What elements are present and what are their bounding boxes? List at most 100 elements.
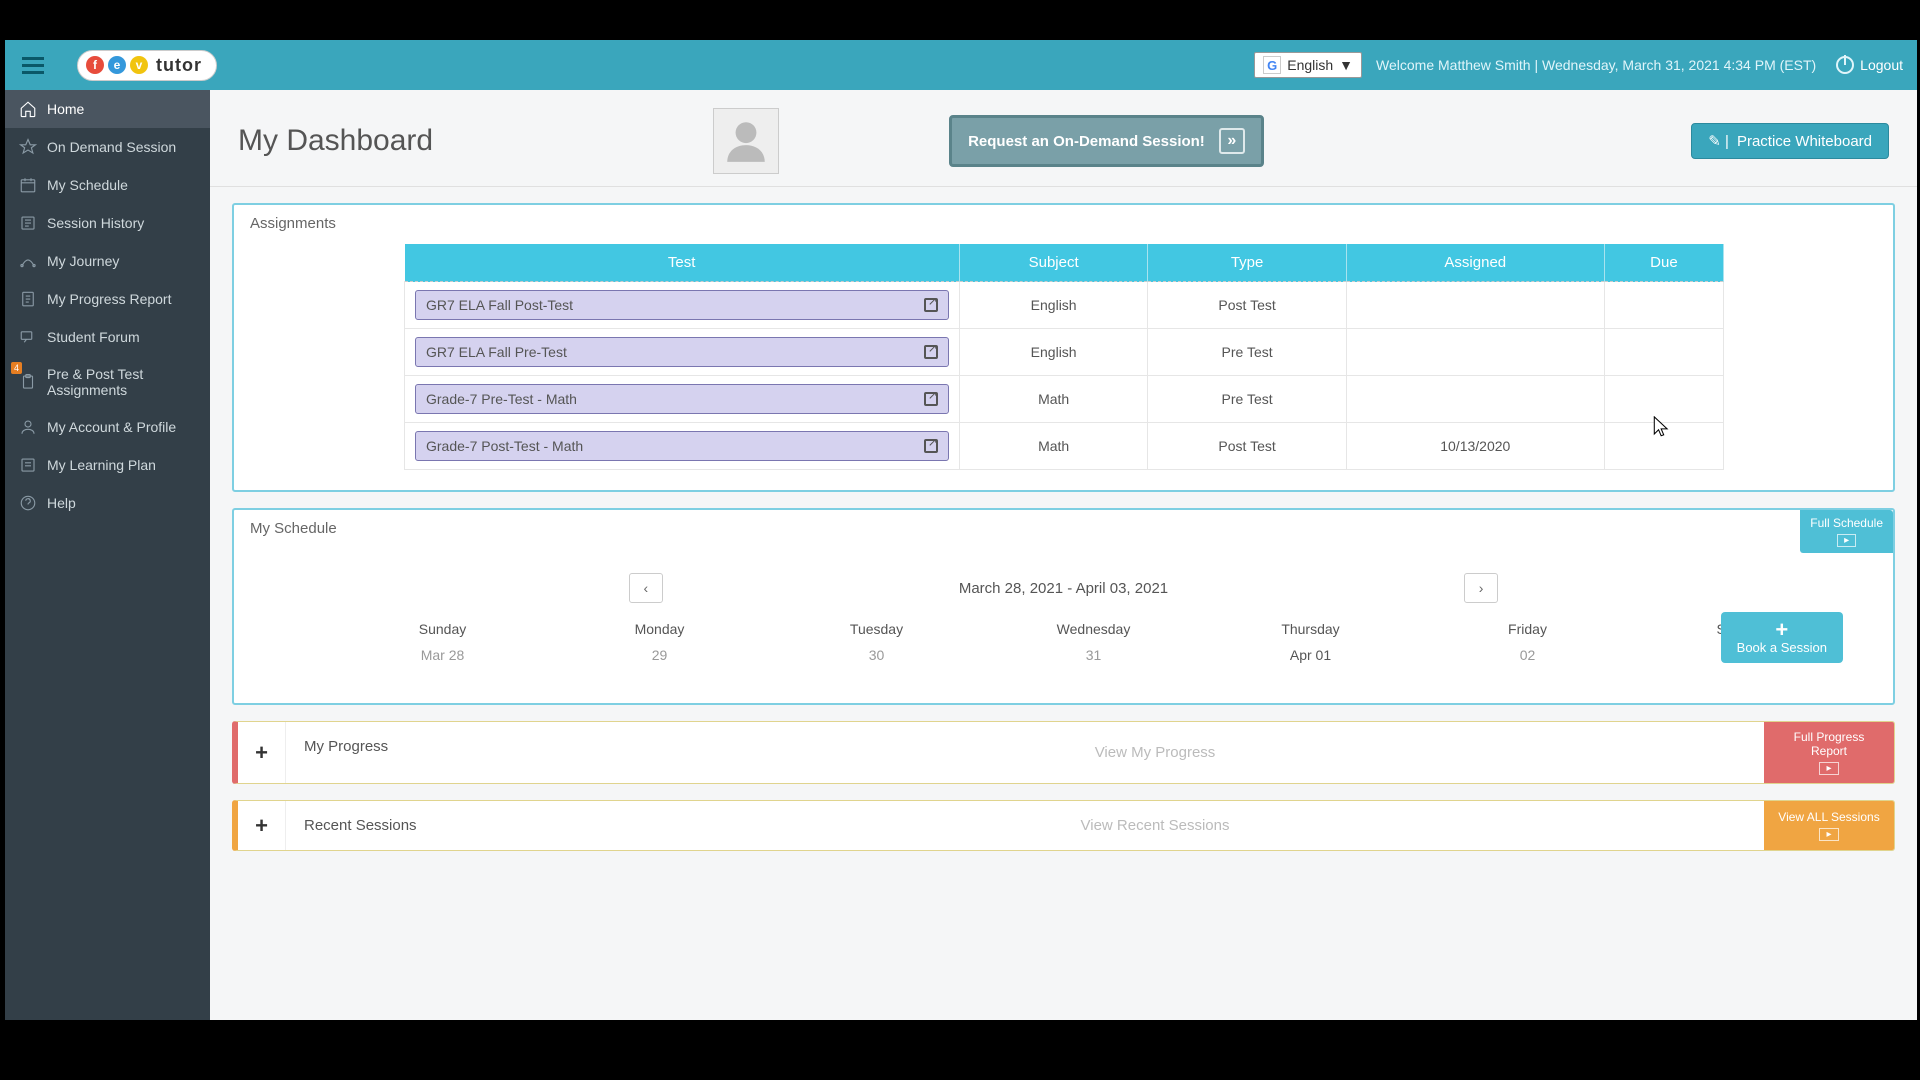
sidebar-item-account[interactable]: My Account & Profile: [5, 408, 210, 446]
account-icon: [19, 418, 37, 436]
sidebar-item-student-forum[interactable]: Student Forum: [5, 318, 210, 356]
sidebar-item-home[interactable]: Home: [5, 90, 210, 128]
cell-assigned: 10/13/2020: [1346, 423, 1604, 470]
day-name: Wednesday: [985, 621, 1202, 637]
report-icon: [19, 290, 37, 308]
avatar[interactable]: [713, 108, 779, 174]
calendar-icon: [19, 176, 37, 194]
forum-icon: [19, 328, 37, 346]
day-date: Mar 28: [334, 647, 551, 663]
week-day-column: Sunday Mar 28: [334, 621, 551, 663]
week-day-column: Monday 29: [551, 621, 768, 663]
star-icon: [19, 138, 37, 156]
arrow-right-icon: ▸: [1819, 828, 1838, 841]
request-session-button[interactable]: Request an On-Demand Session! »: [949, 115, 1264, 167]
cell-subject: English: [959, 282, 1148, 329]
plan-icon: [19, 456, 37, 474]
next-week-button[interactable]: ›: [1464, 573, 1498, 603]
arrow-right-icon: ▸: [1837, 534, 1856, 547]
cell-type: Pre Test: [1148, 376, 1346, 423]
logo-text: tutor: [156, 55, 202, 76]
sidebar-item-label: My Learning Plan: [47, 457, 156, 473]
col-assigned: Assigned: [1346, 244, 1604, 282]
cell-subject: Math: [959, 423, 1148, 470]
sidebar-item-on-demand[interactable]: On Demand Session: [5, 128, 210, 166]
sidebar-item-progress-report[interactable]: My Progress Report: [5, 280, 210, 318]
sidebar-item-help[interactable]: Help: [5, 484, 210, 522]
practice-whiteboard-button[interactable]: ✎ | Practice Whiteboard: [1691, 123, 1889, 159]
language-label: English: [1287, 57, 1333, 73]
sidebar-item-label: My Progress Report: [47, 291, 171, 307]
view-all-sessions-button[interactable]: View ALL Sessions ▸: [1764, 801, 1894, 850]
sidebar-item-label: On Demand Session: [47, 139, 176, 155]
full-schedule-button[interactable]: Full Schedule ▸: [1800, 510, 1893, 553]
table-row: Grade-7 Post-Test - MathMathPost Test10/…: [405, 423, 1724, 470]
hamburger-icon[interactable]: [19, 51, 47, 79]
day-date: 30: [768, 647, 985, 663]
prev-week-button[interactable]: ‹: [629, 573, 663, 603]
week-nav: ‹ March 28, 2021 - April 03, 2021 ›: [234, 573, 1893, 603]
schedule-panel: My Schedule Full Schedule ▸ ‹ March 28, …: [232, 508, 1895, 705]
logout-label: Logout: [1860, 57, 1903, 73]
day-date: 29: [551, 647, 768, 663]
cell-type: Pre Test: [1148, 329, 1346, 376]
day-name: Monday: [551, 621, 768, 637]
sidebar-item-session-history[interactable]: Session History: [5, 204, 210, 242]
col-test: Test: [405, 244, 960, 282]
day-name: Tuesday: [768, 621, 985, 637]
cell-subject: English: [959, 329, 1148, 376]
help-icon: [19, 494, 37, 512]
chevron-down-icon: ▼: [1339, 57, 1353, 73]
day-name: Thursday: [1202, 621, 1419, 637]
sidebar-item-my-journey[interactable]: My Journey: [5, 242, 210, 280]
sidebar-item-learning-plan[interactable]: My Learning Plan: [5, 446, 210, 484]
col-due: Due: [1604, 244, 1723, 282]
open-icon: [924, 298, 938, 312]
home-icon: [19, 100, 37, 118]
arrow-right-icon: ▸: [1819, 762, 1838, 775]
day-date: 02: [1419, 647, 1636, 663]
main-content: My Dashboard Request an On-Demand Sessio…: [210, 90, 1917, 1020]
sessions-label: Recent Sessions: [286, 801, 546, 850]
assignments-panel: Assignments Test Subject Type Assigned D…: [232, 203, 1895, 492]
week-day-column: Thursday Apr 01: [1202, 621, 1419, 663]
expand-sessions-button[interactable]: +: [238, 801, 286, 850]
topbar: fev tutor G English ▼ Welcome Matthew Sm…: [5, 40, 1917, 90]
view-sessions-link[interactable]: View Recent Sessions: [546, 817, 1764, 834]
schedule-title: My Schedule: [234, 510, 1893, 543]
full-schedule-label: Full Schedule: [1810, 516, 1883, 530]
pencil-icon: ✎ |: [1708, 132, 1729, 150]
welcome-text: Welcome Matthew Smith | Wednesday, March…: [1376, 57, 1816, 73]
test-link[interactable]: GR7 ELA Fall Pre-Test: [415, 337, 949, 367]
clipboard-icon: [19, 373, 37, 391]
history-icon: [19, 214, 37, 232]
full-progress-report-button[interactable]: Full Progress Report ▸: [1764, 722, 1894, 783]
cell-due: [1604, 282, 1723, 329]
test-link[interactable]: Grade-7 Pre-Test - Math: [415, 384, 949, 414]
sidebar-item-pre-post-test[interactable]: 4 Pre & Post Test Assignments: [5, 356, 210, 408]
sidebar-item-label: Home: [47, 101, 84, 117]
expand-progress-button[interactable]: +: [238, 722, 286, 783]
view-progress-link[interactable]: View My Progress: [546, 744, 1764, 761]
power-icon: [1836, 56, 1854, 74]
cell-type: Post Test: [1148, 282, 1346, 329]
cell-assigned: [1346, 329, 1604, 376]
logo[interactable]: fev tutor: [77, 50, 217, 81]
table-row: Grade-7 Pre-Test - MathMathPre Test: [405, 376, 1724, 423]
sidebar-item-label: Session History: [47, 215, 144, 231]
day-date: Apr 01: [1202, 647, 1419, 663]
test-name: Grade-7 Pre-Test - Math: [426, 391, 577, 407]
col-type: Type: [1148, 244, 1346, 282]
book-session-label: Book a Session: [1737, 640, 1827, 655]
test-link[interactable]: GR7 ELA Fall Post-Test: [415, 290, 949, 320]
open-icon: [924, 392, 938, 406]
logout-button[interactable]: Logout: [1836, 56, 1903, 74]
sidebar-item-my-schedule[interactable]: My Schedule: [5, 166, 210, 204]
test-link[interactable]: Grade-7 Post-Test - Math: [415, 431, 949, 461]
week-range: March 28, 2021 - April 03, 2021: [959, 580, 1168, 597]
book-session-button[interactable]: + Book a Session: [1721, 612, 1843, 663]
col-subject: Subject: [959, 244, 1148, 282]
language-selector[interactable]: G English ▼: [1254, 52, 1362, 78]
cell-due: [1604, 423, 1723, 470]
day-name: Sunday: [334, 621, 551, 637]
